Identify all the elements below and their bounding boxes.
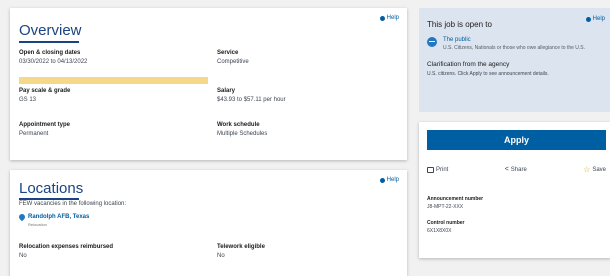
share-icon: < [504, 166, 509, 173]
aside-help-label: Help [592, 16, 605, 22]
field-label: Salary [217, 88, 236, 94]
globe-icon [427, 37, 437, 47]
public-title: The public [443, 37, 471, 43]
location-sub: Relocation [28, 222, 47, 227]
field-value: No [217, 253, 225, 259]
field-value: Permanent [19, 131, 49, 137]
field-work-schedule: Work schedule Multiple Schedules [217, 122, 267, 137]
star-icon: ☆ [583, 165, 591, 174]
field-relocation: Relocation expenses reimbursed No [19, 244, 113, 259]
announcement-value: J8-MPT-22-XXX [427, 204, 464, 210]
field-value: Competitive [217, 59, 249, 65]
save-button[interactable]: ☆ Save [583, 165, 606, 174]
overview-title: Overview [19, 22, 82, 39]
public-desc: U.S. Citizens, Nationals or those who ow… [443, 45, 586, 51]
clarification-title: Clarification from the agency [427, 61, 510, 68]
job-aside: Help This job is open to The public U.S.… [419, 8, 610, 258]
locations-title: Locations [19, 180, 84, 197]
overview-help-link[interactable]: Help [379, 15, 399, 21]
job-actions: Print < Share ☆ Save [427, 165, 606, 174]
help-icon [585, 16, 591, 22]
clarification-desc: U.S. citizens. Click Apply to see announ… [427, 71, 549, 77]
field-value: $43.93 to $57.11 per hour [217, 97, 286, 103]
control-value: 6X1X8X0X [427, 228, 452, 234]
field-label: Appointment type [19, 122, 70, 128]
map-pin-icon [17, 212, 27, 222]
overview-card: Help Overview Open & closing dates 03/30… [10, 8, 407, 160]
field-service: Service Competitive [217, 50, 249, 65]
locations-card: Help Locations FEW vacancies in the foll… [10, 170, 407, 276]
share-label: Share [510, 166, 527, 173]
field-value: GS 13 [19, 97, 37, 103]
location-item[interactable]: Randolph AFB, Texas Relocation [28, 214, 89, 227]
print-icon [427, 166, 434, 173]
announcement-label: Announcement number [427, 196, 484, 202]
field-salary: Salary $43.93 to $57.11 per hour [217, 88, 286, 103]
apply-button[interactable]: Apply [427, 130, 606, 150]
field-value: 03/30/2022 to 04/13/2022 [19, 59, 88, 65]
apply-panel: Apply Print < Share ☆ Save Announcement … [419, 122, 610, 258]
print-button[interactable]: Print [427, 165, 448, 174]
date-highlight [19, 77, 208, 84]
locations-intro-text: FEW vacancies in the following location: [19, 201, 127, 207]
locations-help-link[interactable]: Help [379, 177, 399, 183]
public-row: The public U.S. Citizens, Nationals or t… [427, 37, 603, 51]
field-value: Multiple Schedules [217, 131, 268, 137]
help-icon [379, 15, 385, 21]
aside-help-link[interactable]: Help [585, 16, 605, 22]
help-icon [379, 177, 385, 183]
field-label: Work schedule [217, 122, 260, 128]
field-label: Service [217, 50, 239, 56]
share-button[interactable]: < Share [505, 165, 527, 174]
field-label: Telework eligible [217, 244, 265, 250]
overview-help-label: Help [386, 15, 399, 21]
field-label: Pay scale & grade [19, 88, 71, 94]
control-label: Control number [427, 220, 465, 226]
save-label: Save [592, 166, 606, 173]
locations-intro: FEW vacancies in the following location: [19, 201, 126, 207]
location-name[interactable]: Randolph AFB, Texas [28, 214, 89, 220]
field-label: Relocation expenses reimbursed [19, 244, 114, 250]
print-label: Print [436, 166, 449, 173]
open-to-panel: Help This job is open to The public U.S.… [419, 8, 610, 112]
field-telework: Telework eligible No [217, 244, 265, 259]
locations-help-label: Help [386, 177, 399, 183]
field-appointment: Appointment type Permanent [19, 122, 70, 137]
overview-title-rule [19, 41, 79, 43]
field-value: No [19, 253, 27, 259]
locations-title-rule [19, 198, 79, 200]
field-pay-scale: Pay scale & grade GS 13 [19, 88, 70, 103]
open-to-title: This job is open to [427, 20, 492, 29]
field-label: Open & closing dates [19, 50, 81, 56]
field-open-closing: Open & closing dates 03/30/2022 to 04/13… [19, 50, 87, 65]
